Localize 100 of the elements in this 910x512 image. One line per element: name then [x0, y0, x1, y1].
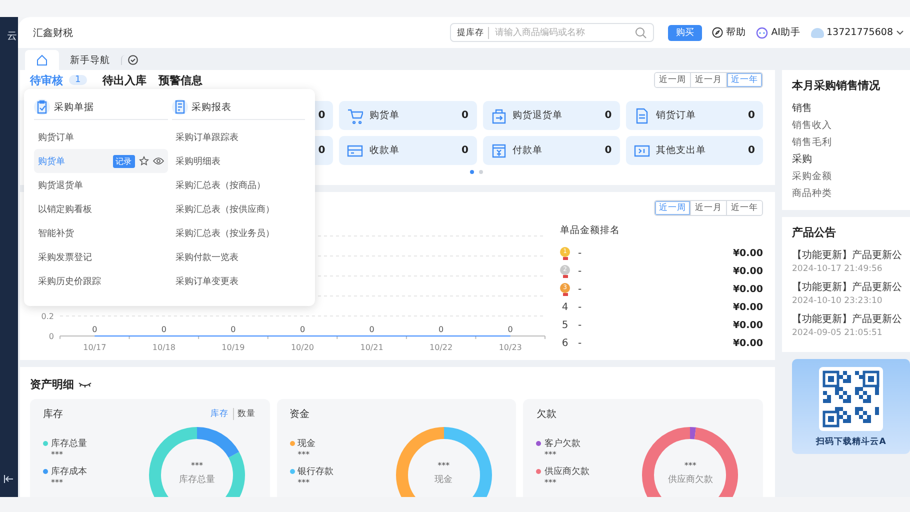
ai-assistant-link[interactable]: AI助手 — [771, 26, 800, 39]
menu-item-label[interactable]: 采购汇总表（按商品） — [176, 178, 266, 192]
menu-item-label[interactable]: 采购订单变更表 — [176, 274, 238, 288]
amount: ¥0.00 — [732, 338, 763, 348]
menu-item-label[interactable]: 采购汇总表（按业务员） — [176, 226, 274, 240]
menu-item[interactable]: 采购明细表 — [172, 149, 305, 173]
menu-item-label[interactable]: 采购订单跟踪表 — [176, 130, 238, 144]
data-label: 0 — [92, 325, 98, 334]
collapse-icon[interactable] — [4, 475, 14, 483]
menu-item[interactable]: 采购订单变更表 — [172, 269, 305, 293]
metric-label: 采购金额 — [792, 170, 833, 183]
axis-label: 10/22 — [430, 343, 453, 352]
tile-label: 收款单 — [369, 144, 400, 157]
document-tile[interactable]: 收款单 0 — [339, 136, 476, 165]
expense-icon — [634, 142, 650, 158]
tile-count: 0 — [462, 110, 468, 121]
legend-value: *** — [543, 450, 558, 459]
menu-item[interactable]: 采购汇总表（按供应商） — [172, 197, 305, 221]
chat-bubble-icon[interactable] — [756, 26, 768, 38]
help-link[interactable]: 帮助 — [726, 26, 746, 39]
card-title: 产品公告 — [792, 225, 837, 240]
menu-item-label[interactable]: 购货订单 — [38, 130, 74, 144]
legend-value: *** — [296, 450, 311, 459]
tile-label: 购货单 — [369, 109, 400, 122]
legend-label: 银行存款 — [298, 466, 334, 478]
amount: ¥0.00 — [732, 320, 763, 330]
todo-tab[interactable]: 预警信息 — [158, 72, 203, 88]
rank-number: 4 — [560, 302, 570, 312]
page-dot[interactable] — [470, 170, 474, 174]
menu-item-label[interactable]: 采购汇总表（按供应商） — [176, 202, 274, 216]
data-label: 0 — [230, 325, 236, 334]
menu-item-label[interactable]: 采购发票登记 — [38, 250, 92, 264]
company-name: 汇鑫财税 — [33, 26, 73, 40]
nav-tab[interactable]: 新手导航 — [59, 50, 121, 70]
search-scope[interactable]: 提库存 — [457, 26, 490, 38]
user-name[interactable]: 13721775608 — [826, 27, 893, 38]
center-value: *** — [684, 461, 696, 470]
menu-item[interactable]: 智能补货 — [34, 221, 168, 245]
document-tile[interactable]: 付款单 0 — [482, 136, 620, 165]
search-icon[interactable] — [635, 26, 648, 38]
star-icon[interactable] — [138, 156, 148, 166]
view-toggle[interactable]: 数量 — [232, 408, 260, 420]
document-icon — [634, 108, 650, 124]
menu-section-title: 采购报表 — [192, 100, 232, 114]
menu-item[interactable]: 采购汇总表（按商品） — [172, 173, 305, 197]
notice-link[interactable]: 【功能更新】产品更新公 — [792, 312, 904, 326]
data-label: 0 — [161, 325, 166, 334]
axis-label: 10/23 — [498, 343, 522, 352]
menu-item-label[interactable]: 购货退货单 — [38, 178, 83, 192]
menu-item[interactable]: 购货订单 — [34, 125, 168, 149]
item-name: - — [578, 284, 582, 294]
period-tab[interactable]: 近一年 — [726, 201, 762, 215]
todo-tab[interactable]: 待出入库 — [102, 72, 147, 88]
caret-icon[interactable] — [896, 30, 904, 36]
legend-value: *** — [50, 450, 64, 459]
eye-icon[interactable] — [152, 157, 164, 165]
panel-title: 库存 — [43, 408, 63, 421]
notice-link[interactable]: 【功能更新】产品更新公 — [792, 280, 904, 294]
page-dot[interactable] — [479, 170, 483, 174]
menu-item[interactable]: 采购订单跟踪表 — [172, 125, 305, 149]
tile-label: 付款单 — [512, 144, 542, 157]
menu-item[interactable]: 采购历史价跟踪 — [34, 269, 168, 293]
document-tile[interactable]: 销货订单 0 — [626, 101, 763, 130]
axis-label: 10/21 — [360, 343, 384, 352]
item-name: - — [578, 248, 582, 258]
legend-label: 库存总量 — [51, 438, 87, 450]
document-tile[interactable]: 购货退货单 0 — [482, 101, 620, 130]
document-tile[interactable]: 购货单 0 — [339, 101, 476, 130]
menu-item[interactable]: 采购付款一览表 — [172, 245, 305, 269]
legend-value: *** — [543, 478, 558, 487]
compass-icon[interactable] — [712, 27, 724, 38]
yuan-document-icon — [490, 142, 506, 158]
menu-item-label[interactable]: 采购付款一览表 — [176, 250, 238, 264]
menu-item-label[interactable]: 智能补货 — [38, 226, 74, 240]
menu-item-label[interactable]: 采购历史价跟踪 — [38, 274, 101, 288]
notice-link[interactable]: 【功能更新】产品更新公 — [792, 248, 904, 262]
amount: ¥0.00 — [732, 248, 763, 258]
data-label: 0 — [300, 325, 306, 334]
tile-count: 0 — [748, 145, 755, 156]
menu-item[interactable]: 以销定购看板 — [34, 197, 168, 221]
eye-closed-icon[interactable] — [78, 380, 92, 388]
rank-number: 6 — [560, 338, 570, 348]
tile-label: 销货订单 — [656, 109, 696, 122]
center-label: 供应商欠款 — [668, 474, 713, 486]
menu-item-label[interactable]: 以销定购看板 — [38, 202, 92, 216]
search-field[interactable]: 提库存 请输入商品编码或名称 — [450, 23, 654, 42]
menu-item[interactable]: 采购发票登记 — [34, 245, 168, 269]
menu-item[interactable]: 购货退货单 — [34, 173, 168, 197]
sidebar-text: 云 — [7, 30, 18, 43]
menu-section-title: 采购单据 — [54, 100, 94, 114]
notice-time: 2024-09-05 21:05:51 — [792, 328, 884, 338]
home-tab[interactable] — [25, 50, 59, 70]
document-tile[interactable]: 其他支出单 0 — [626, 136, 763, 165]
legend-value: *** — [296, 478, 311, 487]
axis-label: 0 — [48, 332, 54, 341]
menu-item-label[interactable]: 采购明细表 — [176, 154, 220, 168]
tile-count: 0 — [462, 145, 468, 156]
metric-label: 销售收入 — [792, 119, 833, 132]
menu-item[interactable]: 采购汇总表（按业务员） — [172, 221, 305, 245]
data-label: 0 — [369, 325, 374, 334]
